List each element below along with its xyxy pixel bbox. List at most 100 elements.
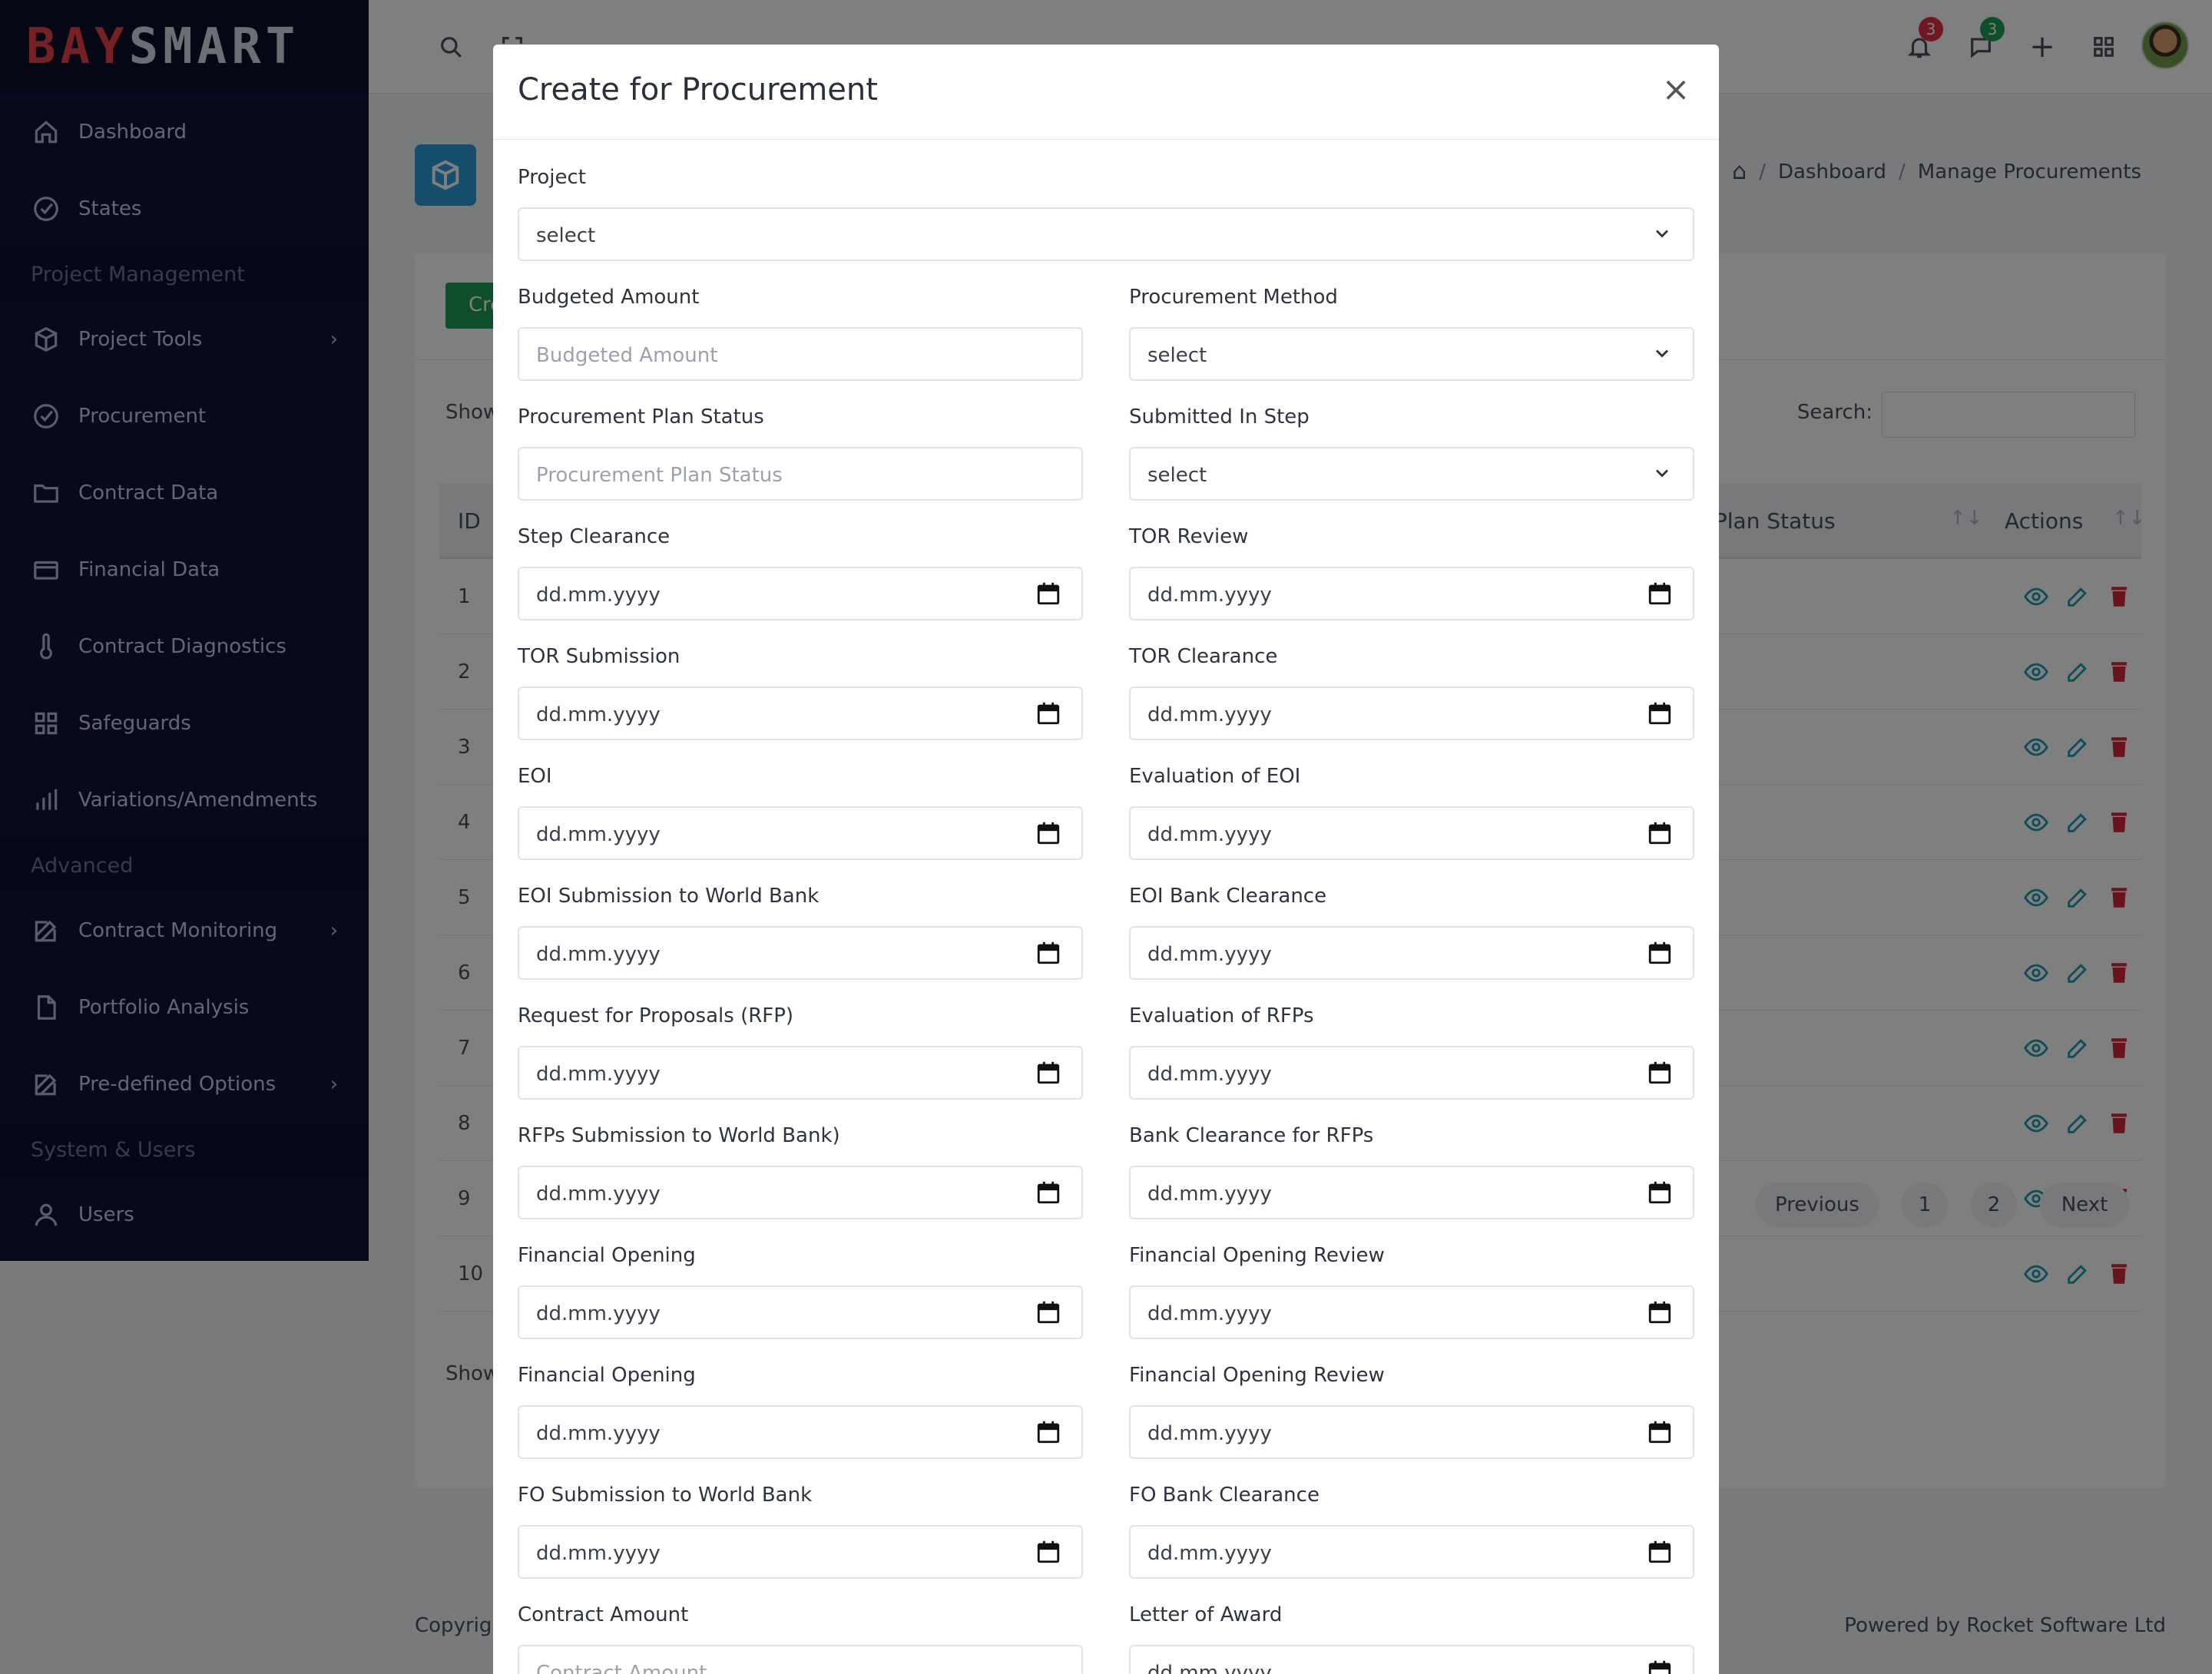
date-placeholder: dd.mm.yyyy — [1147, 1422, 1272, 1445]
financial-opening-date-field[interactable]: dd.mm.yyyy — [518, 1285, 1083, 1339]
financial-opening-label: Financial Opening — [518, 1244, 696, 1267]
calendar-icon[interactable] — [1647, 1419, 1673, 1445]
chevron-down-icon — [1651, 223, 1673, 244]
calendar-icon[interactable] — [1035, 820, 1061, 846]
financial-opening-label: Financial Opening — [518, 1364, 696, 1387]
calendar-icon[interactable] — [1647, 1179, 1673, 1206]
date-placeholder: dd.mm.yyyy — [1147, 1302, 1272, 1325]
project-select[interactable]: select — [518, 207, 1694, 261]
date-placeholder: dd.mm.yyyy — [536, 1542, 661, 1565]
eoi-date-field[interactable]: dd.mm.yyyy — [518, 806, 1083, 860]
financial-opening-review-label: Financial Opening Review — [1129, 1364, 1385, 1387]
chevron-down-icon — [1651, 462, 1673, 484]
calendar-icon[interactable] — [1035, 1179, 1061, 1206]
fo-bank-clearance-date-field[interactable]: dd.mm.yyyy — [1129, 1525, 1694, 1579]
contract-amount-input[interactable]: Contract Amount — [518, 1645, 1083, 1674]
procurement-method-label: Procurement Method — [1129, 286, 1338, 309]
modal-header: Create for Procurement × — [493, 45, 1719, 140]
select-value: select — [1147, 344, 1207, 367]
eoi-submission-to-world-bank-label: EOI Submission to World Bank — [518, 885, 820, 908]
input-placeholder: Budgeted Amount — [536, 344, 718, 367]
calendar-icon[interactable] — [1035, 700, 1061, 726]
calendar-icon[interactable] — [1647, 1539, 1673, 1565]
date-placeholder: dd.mm.yyyy — [536, 584, 661, 607]
procurement-plan-status-label: Procurement Plan Status — [518, 405, 764, 428]
tor-clearance-date-field[interactable]: dd.mm.yyyy — [1129, 686, 1694, 740]
tor-review-date-field[interactable]: dd.mm.yyyy — [1129, 567, 1694, 620]
eoi-submission-to-world-bank-date-field[interactable]: dd.mm.yyyy — [518, 926, 1083, 980]
tor-review-label: TOR Review — [1129, 525, 1249, 548]
financial-opening-review-label: Financial Opening Review — [1129, 1244, 1385, 1267]
date-placeholder: dd.mm.yyyy — [1147, 703, 1272, 726]
fo-submission-to-world-bank-label: FO Submission to World Bank — [518, 1484, 813, 1507]
procurement-plan-status-input[interactable]: Procurement Plan Status — [518, 447, 1083, 501]
date-placeholder: dd.mm.yyyy — [1147, 584, 1272, 607]
procurement-method-select[interactable]: select — [1129, 327, 1694, 381]
calendar-icon[interactable] — [1647, 820, 1673, 846]
create-procurement-modal: Create for Procurement × Project select … — [493, 45, 1719, 1674]
eoi-bank-clearance-label: EOI Bank Clearance — [1129, 885, 1327, 908]
close-icon[interactable]: × — [1654, 68, 1697, 111]
calendar-icon[interactable] — [1035, 1299, 1061, 1325]
date-placeholder: dd.mm.yyyy — [536, 1063, 661, 1086]
chevron-down-icon — [1651, 342, 1673, 364]
date-placeholder: dd.mm.yyyy — [536, 1302, 661, 1325]
contract-amount-label: Contract Amount — [518, 1603, 689, 1626]
calendar-icon[interactable] — [1035, 581, 1061, 607]
rfps-submission-to-world-bank-date-field[interactable]: dd.mm.yyyy — [518, 1166, 1083, 1219]
date-placeholder: dd.mm.yyyy — [536, 1422, 661, 1445]
date-placeholder: dd.mm.yyyy — [536, 703, 661, 726]
project-select-value: select — [536, 224, 596, 247]
financial-opening-review-date-field[interactable]: dd.mm.yyyy — [1129, 1405, 1694, 1459]
rfps-submission-to-world-bank-label: RFPs Submission to World Bank) — [518, 1124, 840, 1147]
calendar-icon[interactable] — [1647, 1659, 1673, 1674]
budgeted-amount-input[interactable]: Budgeted Amount — [518, 327, 1083, 381]
letter-of-award-date-field[interactable]: dd.mm.yyyy — [1129, 1645, 1694, 1674]
fo-bank-clearance-label: FO Bank Clearance — [1129, 1484, 1320, 1507]
evaluation-of-rfps-date-field[interactable]: dd.mm.yyyy — [1129, 1046, 1694, 1100]
date-placeholder: dd.mm.yyyy — [1147, 1542, 1272, 1565]
date-placeholder: dd.mm.yyyy — [1147, 1063, 1272, 1086]
financial-opening-date-field[interactable]: dd.mm.yyyy — [518, 1405, 1083, 1459]
calendar-icon[interactable] — [1035, 1060, 1061, 1086]
budgeted-amount-label: Budgeted Amount — [518, 286, 700, 309]
submitted-in-step-label: Submitted In Step — [1129, 405, 1310, 428]
step-clearance-label: Step Clearance — [518, 525, 671, 548]
select-value: select — [1147, 464, 1207, 487]
fo-submission-to-world-bank-date-field[interactable]: dd.mm.yyyy — [518, 1525, 1083, 1579]
date-placeholder: dd.mm.yyyy — [536, 943, 661, 966]
tor-submission-date-field[interactable]: dd.mm.yyyy — [518, 686, 1083, 740]
submitted-in-step-select[interactable]: select — [1129, 447, 1694, 501]
calendar-icon[interactable] — [1647, 581, 1673, 607]
bank-clearance-for-rfps-date-field[interactable]: dd.mm.yyyy — [1129, 1166, 1694, 1219]
bank-clearance-for-rfps-label: Bank Clearance for RFPs — [1129, 1124, 1374, 1147]
calendar-icon[interactable] — [1035, 940, 1061, 966]
date-placeholder: dd.mm.yyyy — [1147, 1662, 1272, 1674]
calendar-icon[interactable] — [1035, 1419, 1061, 1445]
letter-of-award-label: Letter of Award — [1129, 1603, 1283, 1626]
eoi-label: EOI — [518, 765, 552, 788]
date-placeholder: dd.mm.yyyy — [1147, 823, 1272, 846]
evaluation-of-rfps-label: Evaluation of RFPs — [1129, 1004, 1314, 1027]
evaluation-of-eoi-label: Evaluation of EOI — [1129, 765, 1301, 788]
input-placeholder: Procurement Plan Status — [536, 464, 783, 487]
calendar-icon[interactable] — [1647, 1060, 1673, 1086]
request-for-proposals-rfp-date-field[interactable]: dd.mm.yyyy — [518, 1046, 1083, 1100]
tor-clearance-label: TOR Clearance — [1129, 645, 1278, 668]
input-placeholder: Contract Amount — [536, 1662, 707, 1674]
date-placeholder: dd.mm.yyyy — [1147, 943, 1272, 966]
date-placeholder: dd.mm.yyyy — [536, 823, 661, 846]
step-clearance-date-field[interactable]: dd.mm.yyyy — [518, 567, 1083, 620]
tor-submission-label: TOR Submission — [518, 645, 680, 668]
calendar-icon[interactable] — [1647, 1299, 1673, 1325]
request-for-proposals-rfp-label: Request for Proposals (RFP) — [518, 1004, 794, 1027]
financial-opening-review-date-field[interactable]: dd.mm.yyyy — [1129, 1285, 1694, 1339]
evaluation-of-eoi-date-field[interactable]: dd.mm.yyyy — [1129, 806, 1694, 860]
modal-title: Create for Procurement — [518, 72, 878, 108]
date-placeholder: dd.mm.yyyy — [1147, 1183, 1272, 1206]
calendar-icon[interactable] — [1647, 700, 1673, 726]
project-label: Project — [518, 166, 586, 189]
calendar-icon[interactable] — [1647, 940, 1673, 966]
eoi-bank-clearance-date-field[interactable]: dd.mm.yyyy — [1129, 926, 1694, 980]
calendar-icon[interactable] — [1035, 1539, 1061, 1565]
